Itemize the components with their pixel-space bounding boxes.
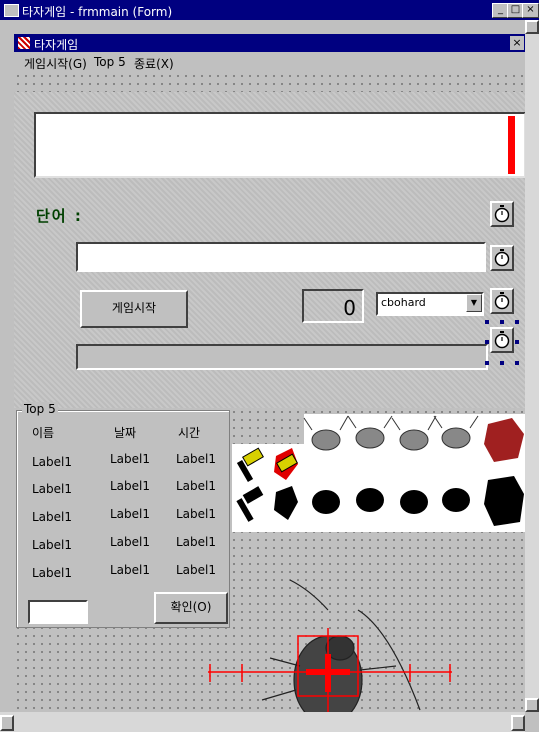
stopwatch-icon[interactable]: [490, 245, 514, 271]
menu-top5[interactable]: Top 5: [94, 55, 126, 69]
menu-game-start[interactable]: 게임시작(G): [24, 55, 87, 72]
cockroach-icon: [261, 579, 421, 712]
word-label: 단어 :: [36, 207, 83, 225]
selection-handle[interactable]: [500, 361, 504, 365]
stopwatch-icon[interactable]: [490, 288, 514, 314]
stopwatch-icon[interactable]: [490, 201, 514, 227]
table-row-cell: Label1: [110, 535, 151, 549]
selection-handle[interactable]: [485, 340, 489, 344]
app-icon: [18, 37, 30, 49]
table-row-cell: Label1: [32, 455, 73, 469]
form-close-button[interactable]: ×: [510, 36, 524, 50]
menu-bar: 게임시작(G) Top 5 종료(X): [14, 52, 525, 72]
table-row-cell: Label1: [176, 535, 217, 549]
size-grip[interactable]: [525, 712, 539, 732]
table-row-cell: Label1: [32, 482, 73, 496]
sprite-strip: [232, 414, 525, 532]
scroll-left-button[interactable]: [0, 715, 14, 731]
score-counter: 0: [302, 289, 364, 323]
outer-window-title: 타자게임 - frmmain (Form): [22, 5, 173, 19]
scroll-right-button[interactable]: [511, 715, 525, 731]
selection-handle[interactable]: [485, 320, 489, 324]
scroll-down-button[interactable]: [525, 698, 539, 712]
table-row-cell: Label1: [110, 563, 151, 577]
top5-header-name: 이름: [32, 426, 55, 440]
table-row-cell: Label1: [110, 452, 151, 466]
form-designer-icon: [4, 4, 19, 17]
table-row-cell: Label1: [32, 510, 73, 524]
top5-name-input[interactable]: [28, 600, 88, 624]
time-progress-bar: [76, 344, 488, 370]
cockroach-crosshair-image: [208, 579, 452, 712]
outer-window-titlebar: 타자게임 - frmmain (Form) _ □ ×: [0, 0, 539, 20]
table-row-cell: Label1: [176, 452, 217, 466]
table-row-cell: Label1: [32, 538, 73, 552]
selection-handle[interactable]: [515, 320, 519, 324]
table-row-cell: Label1: [110, 507, 151, 521]
form-title: 타자게임: [34, 38, 79, 52]
menu-exit[interactable]: 종료(X): [134, 55, 174, 72]
table-row-cell: Label1: [110, 479, 151, 493]
vertical-scrollbar[interactable]: [525, 20, 539, 712]
stopwatch-icon-selected[interactable]: [490, 327, 514, 353]
selection-handle[interactable]: [515, 361, 519, 365]
table-row-cell: Label1: [32, 566, 73, 580]
horizontal-scrollbar[interactable]: [0, 712, 525, 732]
start-game-button[interactable]: 게임시작: [80, 290, 188, 328]
close-button[interactable]: ×: [522, 3, 539, 18]
word-input[interactable]: [76, 242, 486, 272]
chevron-down-icon[interactable]: ▼: [466, 294, 482, 312]
selection-handle[interactable]: [515, 340, 519, 344]
form-titlebar: 타자게임 ×: [14, 34, 525, 52]
selection-handle[interactable]: [485, 361, 489, 365]
difficulty-value: cbohard: [381, 296, 426, 309]
scroll-up-button[interactable]: [525, 20, 539, 34]
top5-header-time: 시간: [178, 426, 201, 440]
table-row-cell: Label1: [176, 479, 217, 493]
top5-header-date: 날짜: [114, 426, 137, 440]
selection-handle[interactable]: [500, 320, 504, 324]
table-row-cell: Label1: [176, 507, 217, 521]
word-display-box: [34, 112, 526, 178]
difficulty-combo[interactable]: cbohard ▼: [376, 292, 484, 316]
top5-frame-title: Top 5: [22, 402, 58, 416]
red-indicator-bar: [508, 116, 515, 174]
